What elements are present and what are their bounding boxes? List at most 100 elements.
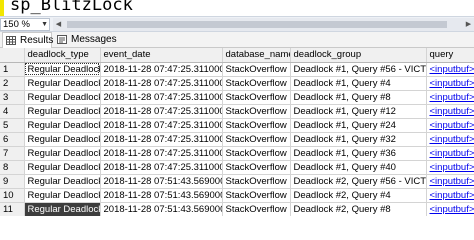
event-date-cell[interactable]: 2018-11-28 07:51:43.5690000 [100, 188, 223, 203]
query-link[interactable]: <inputbuf> [426, 62, 474, 77]
column-header-deadlock-group[interactable]: deadlock_group [290, 48, 427, 63]
table-row[interactable]: 3 Regular Deadlock 2018-11-28 07:47:25.311… [0, 90, 474, 105]
column-header-query[interactable]: query [426, 48, 474, 63]
scroll-left-icon[interactable]: ◀ [53, 18, 64, 31]
row-number[interactable]: 10 [0, 188, 25, 203]
event-date-cell[interactable]: 2018-11-28 07:47:25.3110000 [100, 160, 223, 175]
deadlock-group-cell[interactable]: Deadlock #2, Query #8 [290, 202, 427, 216]
query-link[interactable]: <inputbuf> [426, 90, 474, 105]
event-date-cell[interactable]: 2018-11-28 07:47:25.3110000 [100, 118, 223, 133]
deadlock-type-cell[interactable]: Regular Deadlock [24, 146, 101, 161]
deadlock-type-cell[interactable]: Regular Deadlock [24, 104, 101, 119]
event-date-cell[interactable]: 2018-11-28 07:47:25.3110000 [100, 146, 223, 161]
query-link[interactable]: <inputbuf> [426, 132, 474, 147]
event-date-cell[interactable]: 2018-11-28 07:51:43.5690000 [100, 174, 223, 189]
deadlock-type-cell[interactable]: Regular Deadlock [24, 132, 101, 147]
messages-icon [57, 35, 67, 44]
database-name-cell[interactable]: StackOverflow [222, 76, 291, 91]
table-row[interactable]: 1 Regular Deadlock 2018-11-28 07:47:25.311… [0, 62, 474, 77]
database-name-cell[interactable]: StackOverflow [222, 132, 291, 147]
tab-results-label: Results [20, 35, 54, 46]
zoom-value: 150 % [3, 19, 30, 30]
deadlock-type-cell[interactable]: Regular Deadlock [24, 118, 101, 133]
deadlock-group-cell[interactable]: Deadlock #1, Query #40 [290, 160, 427, 175]
table-row[interactable]: 8 Regular Deadlock 2018-11-28 07:47:25.311… [0, 160, 474, 175]
table-row[interactable]: 9 Regular Deadlock 2018-11-28 07:51:43.569… [0, 174, 474, 189]
database-name-cell[interactable]: StackOverflow [222, 118, 291, 133]
query-link[interactable]: <inputbuf> [426, 202, 474, 216]
deadlock-type-cell[interactable]: Regular Deadlock [24, 62, 101, 77]
database-name-cell[interactable]: StackOverflow [222, 104, 291, 119]
deadlock-group-cell[interactable]: Deadlock #1, Query #24 [290, 118, 427, 133]
table-row[interactable]: 4 Regular Deadlock 2018-11-28 07:47:25.311… [0, 104, 474, 119]
query-editor[interactable]: sp_BlitzLock [0, 0, 474, 16]
database-name-cell[interactable]: StackOverflow [222, 174, 291, 189]
deadlock-type-cell[interactable]: Regular Deadlock [24, 76, 101, 91]
tab-results[interactable]: Results [2, 32, 54, 48]
column-header-rownum[interactable] [0, 48, 25, 63]
zoom-select[interactable]: 150 % ▼ [0, 18, 50, 31]
tab-messages-label: Messages [71, 34, 117, 45]
deadlock-group-cell[interactable]: Deadlock #1, Query #12 [290, 104, 427, 119]
query-link[interactable]: <inputbuf> [426, 146, 474, 161]
deadlock-type-cell[interactable]: Regular Deadlock [24, 202, 101, 216]
editor-horizontal-scrollbar[interactable]: ◀ ▶ [53, 18, 474, 31]
row-number[interactable]: 7 [0, 146, 25, 161]
query-link[interactable]: <inputbuf> [426, 160, 474, 175]
database-name-cell[interactable]: StackOverflow [222, 146, 291, 161]
deadlock-type-cell[interactable]: Regular Deadlock [24, 160, 101, 175]
query-link[interactable]: <inputbuf> [426, 118, 474, 133]
database-name-cell[interactable]: StackOverflow [222, 160, 291, 175]
row-number[interactable]: 11 [0, 202, 25, 216]
row-number[interactable]: 4 [0, 104, 25, 119]
row-number[interactable]: 2 [0, 76, 25, 91]
row-number[interactable]: 6 [0, 132, 25, 147]
event-date-cell[interactable]: 2018-11-28 07:47:25.3110000 [100, 76, 223, 91]
scrollbar-thumb[interactable] [67, 21, 447, 28]
table-row[interactable]: 10 Regular Deadlock 2018-11-28 07:51:43.56… [0, 188, 474, 203]
tab-messages[interactable]: Messages [54, 32, 117, 48]
table-row[interactable]: 11 Regular Deadlock 2018-11-28 07:51:43.56… [0, 202, 474, 216]
deadlock-group-cell[interactable]: Deadlock #1, Query #8 [290, 90, 427, 105]
query-link[interactable]: <inputbuf> [426, 188, 474, 203]
database-name-cell[interactable]: StackOverflow [222, 202, 291, 216]
deadlock-group-cell[interactable]: Deadlock #1, Query #36 [290, 146, 427, 161]
deadlock-type-cell[interactable]: Regular Deadlock [24, 188, 101, 203]
row-number[interactable]: 9 [0, 174, 25, 189]
table-row[interactable]: 7 Regular Deadlock 2018-11-28 07:47:25.311… [0, 146, 474, 161]
deadlock-group-cell[interactable]: Deadlock #2, Query #56 - VICTIM [290, 174, 427, 189]
database-name-cell[interactable]: StackOverflow [222, 188, 291, 203]
table-row[interactable]: 6 Regular Deadlock 2018-11-28 07:47:25.311… [0, 132, 474, 147]
row-number[interactable]: 3 [0, 90, 25, 105]
deadlock-group-cell[interactable]: Deadlock #1, Query #32 [290, 132, 427, 147]
deadlock-group-cell[interactable]: Deadlock #1, Query #56 - VICTIM [290, 62, 427, 77]
grid-header-row: deadlock_type event_date database_name d… [0, 48, 474, 63]
event-date-cell[interactable]: 2018-11-28 07:47:25.3110000 [100, 132, 223, 147]
row-number[interactable]: 8 [0, 160, 25, 175]
results-grid[interactable]: deadlock_type event_date database_name d… [0, 48, 474, 216]
chevron-down-icon[interactable]: ▼ [41, 19, 48, 30]
event-date-cell[interactable]: 2018-11-28 07:51:43.5690000 [100, 202, 223, 216]
query-link[interactable]: <inputbuf> [426, 174, 474, 189]
deadlock-type-cell[interactable]: Regular Deadlock [24, 90, 101, 105]
column-header-database-name[interactable]: database_name [222, 48, 291, 63]
event-date-cell[interactable]: 2018-11-28 07:47:25.3110000 [100, 90, 223, 105]
event-date-cell[interactable]: 2018-11-28 07:47:25.3110000 [100, 104, 223, 119]
deadlock-group-cell[interactable]: Deadlock #1, Query #4 [290, 76, 427, 91]
deadlock-group-cell[interactable]: Deadlock #2, Query #4 [290, 188, 427, 203]
column-header-deadlock-type[interactable]: deadlock_type [24, 48, 101, 63]
row-number[interactable]: 5 [0, 118, 25, 133]
query-link[interactable]: <inputbuf> [426, 76, 474, 91]
deadlock-type-cell[interactable]: Regular Deadlock [24, 174, 101, 189]
database-name-cell[interactable]: StackOverflow [222, 90, 291, 105]
editor-code-line[interactable]: sp_BlitzLock [10, 0, 133, 15]
table-row[interactable]: 2 Regular Deadlock 2018-11-28 07:47:25.311… [0, 76, 474, 91]
column-header-event-date[interactable]: event_date [100, 48, 223, 63]
query-link[interactable]: <inputbuf> [426, 104, 474, 119]
table-row[interactable]: 5 Regular Deadlock 2018-11-28 07:47:25.311… [0, 118, 474, 133]
row-number[interactable]: 1 [0, 62, 25, 77]
event-date-cell[interactable]: 2018-11-28 07:47:25.3110000 [100, 62, 223, 77]
database-name-cell[interactable]: StackOverflow [222, 62, 291, 77]
grid-icon [6, 36, 16, 45]
scroll-right-icon[interactable]: ▶ [463, 18, 474, 31]
